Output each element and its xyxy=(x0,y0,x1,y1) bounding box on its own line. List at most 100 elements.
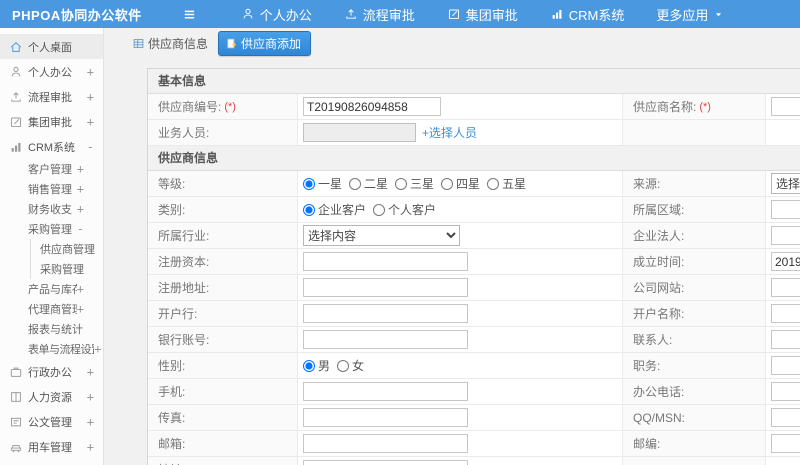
level-radio-group-option[interactable]: 二星 xyxy=(349,175,388,192)
nav-item-workflow-approval[interactable]: 流程审批 xyxy=(344,5,415,24)
email-input[interactable] xyxy=(303,434,468,453)
expand-toggle-icon[interactable]: + xyxy=(87,390,94,404)
field-label-cell: 企业法人: xyxy=(623,223,766,248)
zip-code-input[interactable] xyxy=(771,434,800,453)
level-radio-group-radio[interactable] xyxy=(441,177,454,190)
level-radio-group-radio[interactable] xyxy=(303,177,315,190)
category-radio-group-option[interactable]: 企业客户 xyxy=(303,201,366,218)
category-radio-group-option[interactable]: 个人客户 xyxy=(373,201,436,218)
menu-toggle-icon[interactable] xyxy=(182,7,197,22)
level-radio-group-radio[interactable] xyxy=(349,177,362,190)
sidebar-item-document-mgmt[interactable]: 公文管理 + xyxy=(0,409,103,434)
field-label: 注册地址: xyxy=(158,281,210,295)
field-label: 开户行: xyxy=(158,307,198,321)
expand-toggle-icon[interactable]: + xyxy=(87,115,94,129)
sidebar-item-personal-desktop[interactable]: 个人桌面 xyxy=(0,34,103,59)
sidebar-item-admin-office[interactable]: 行政办公 + xyxy=(0,359,103,384)
registered-address-input[interactable] xyxy=(303,278,468,297)
gender-radio-group-radio[interactable] xyxy=(337,359,350,372)
sidebar-item-label: CRM系统 xyxy=(28,141,76,154)
level-radio-group-option[interactable]: 四星 xyxy=(441,175,480,192)
expand-toggle-icon[interactable]: - xyxy=(87,140,94,154)
field-input-cell xyxy=(298,301,623,326)
field-label: 手机: xyxy=(158,385,186,399)
nav-item-personal-office[interactable]: 个人办公 xyxy=(241,5,312,24)
sidebar-item-sales-mgmt[interactable]: 销售管理 + xyxy=(0,179,103,199)
sidebar-subitem-label: 财务收支 xyxy=(28,204,72,216)
sidebar-item-archive-mgmt[interactable]: 档案管理+ xyxy=(0,459,103,465)
field-label: 注册资本: xyxy=(158,255,210,269)
expand-toggle-icon[interactable]: + xyxy=(77,202,84,216)
select-staff-link[interactable]: +选择人员 xyxy=(422,124,477,141)
supplier-name-input[interactable] xyxy=(771,97,800,116)
expand-toggle-icon[interactable]: + xyxy=(87,90,94,104)
sidebar-item-procurement-mgmt[interactable]: 采购管理 xyxy=(31,259,103,279)
sidebar-item-purchase-mgmt[interactable]: 采购管理 - xyxy=(0,219,103,239)
bank-account-input[interactable] xyxy=(303,330,468,349)
registered-capital-input[interactable] xyxy=(303,252,468,271)
level-radio-group-option[interactable]: 三星 xyxy=(395,175,434,192)
field-label-cell: 注册地址: xyxy=(148,275,298,300)
sidebar-item-form-workflow-settings[interactable]: 表单与流程设置 + xyxy=(0,339,103,359)
office-phone-input[interactable] xyxy=(771,382,800,401)
expand-toggle-icon[interactable]: + xyxy=(77,162,84,176)
position-input[interactable] xyxy=(771,356,800,375)
region-input[interactable] xyxy=(771,200,800,219)
qq-msn-input[interactable] xyxy=(771,408,800,427)
sidebar-item-group-approval[interactable]: 集团审批 + xyxy=(0,109,103,134)
sidebar-item-agent-mgmt[interactable]: 代理商管理+ xyxy=(0,299,103,319)
bank-name-input[interactable] xyxy=(303,304,468,323)
field-input-cell xyxy=(766,301,800,326)
level-radio-group-radio[interactable] xyxy=(395,177,408,190)
sidebar-item-crm-system[interactable]: CRM系统 - xyxy=(0,134,103,159)
sidebar-item-personal-office[interactable]: 个人办公 + xyxy=(0,59,103,84)
nav-item-group-approval[interactable]: 集团审批 xyxy=(447,5,518,24)
address-input[interactable] xyxy=(303,460,468,465)
sidebar-item-supplier-mgmt[interactable]: 供应商管理 xyxy=(31,239,103,259)
field-label: 所属行业: xyxy=(158,229,210,243)
gender-radio-group-radio[interactable] xyxy=(303,359,315,372)
expand-toggle-icon[interactable]: + xyxy=(87,365,94,379)
sidebar-item-workflow-approval[interactable]: 流程审批 + xyxy=(0,84,103,109)
expand-toggle-icon[interactable]: - xyxy=(77,222,84,236)
nav-item-more-apps[interactable]: 更多应用 xyxy=(656,5,724,24)
radio-option-label: 企业客户 xyxy=(318,203,367,217)
expand-toggle-icon[interactable]: + xyxy=(94,342,101,356)
category-radio-group-radio[interactable] xyxy=(373,203,386,216)
sidebar-item-finance-mgmt[interactable]: 财务收支 + xyxy=(0,199,103,219)
tab-supplier-add[interactable]: 供应商添加 xyxy=(218,30,312,56)
expand-toggle-icon[interactable]: + xyxy=(77,302,84,316)
sidebar-item-customer-mgmt[interactable]: 客户管理 + xyxy=(0,159,103,179)
legal-person-input[interactable] xyxy=(771,226,800,245)
level-radio-group-radio[interactable] xyxy=(487,177,500,190)
level-radio-group-option[interactable]: 五星 xyxy=(487,175,526,192)
industry-select[interactable]: 选择内容 xyxy=(303,225,460,246)
fax-input[interactable] xyxy=(303,408,468,427)
expand-toggle-icon[interactable]: + xyxy=(77,282,84,296)
sidebar-item-product-inventory[interactable]: 产品与库存+ xyxy=(0,279,103,299)
sidebar-item-vehicle-mgmt[interactable]: 用车管理 + xyxy=(0,434,103,459)
category-radio-group-radio[interactable] xyxy=(303,203,315,216)
mobile-input[interactable] xyxy=(303,382,468,401)
expand-toggle-icon[interactable]: + xyxy=(87,65,94,79)
level-radio-group-option[interactable]: 一星 xyxy=(303,175,342,192)
tab-supplier-info[interactable]: 供应商信息 xyxy=(132,35,208,52)
expand-toggle-icon[interactable]: + xyxy=(87,440,94,454)
section-header: 基本信息 xyxy=(148,69,800,94)
gender-radio-group-option[interactable]: 女 xyxy=(337,357,364,374)
gender-radio-group-option[interactable]: 男 xyxy=(303,357,330,374)
expand-toggle-icon[interactable]: + xyxy=(77,182,84,196)
sidebar-item-report-stats[interactable]: 报表与统计 xyxy=(0,319,103,339)
sidebar-item-human-resources[interactable]: 人力资源 + xyxy=(0,384,103,409)
business-staff-input[interactable] xyxy=(303,123,416,142)
field-input-cell: 选择内容 xyxy=(298,223,623,248)
source-select[interactable]: 选择内容 xyxy=(771,173,800,194)
account-name-input[interactable] xyxy=(771,304,800,323)
supplier-code-input[interactable] xyxy=(303,97,441,116)
contact-person-input[interactable] xyxy=(771,330,800,349)
expand-toggle-icon[interactable]: + xyxy=(87,415,94,429)
field-label-cell: 业务人员: xyxy=(148,120,298,145)
established-date-input[interactable] xyxy=(771,252,800,271)
nav-item-crm-system[interactable]: CRM系统 xyxy=(550,5,624,24)
company-website-input[interactable] xyxy=(771,278,800,297)
